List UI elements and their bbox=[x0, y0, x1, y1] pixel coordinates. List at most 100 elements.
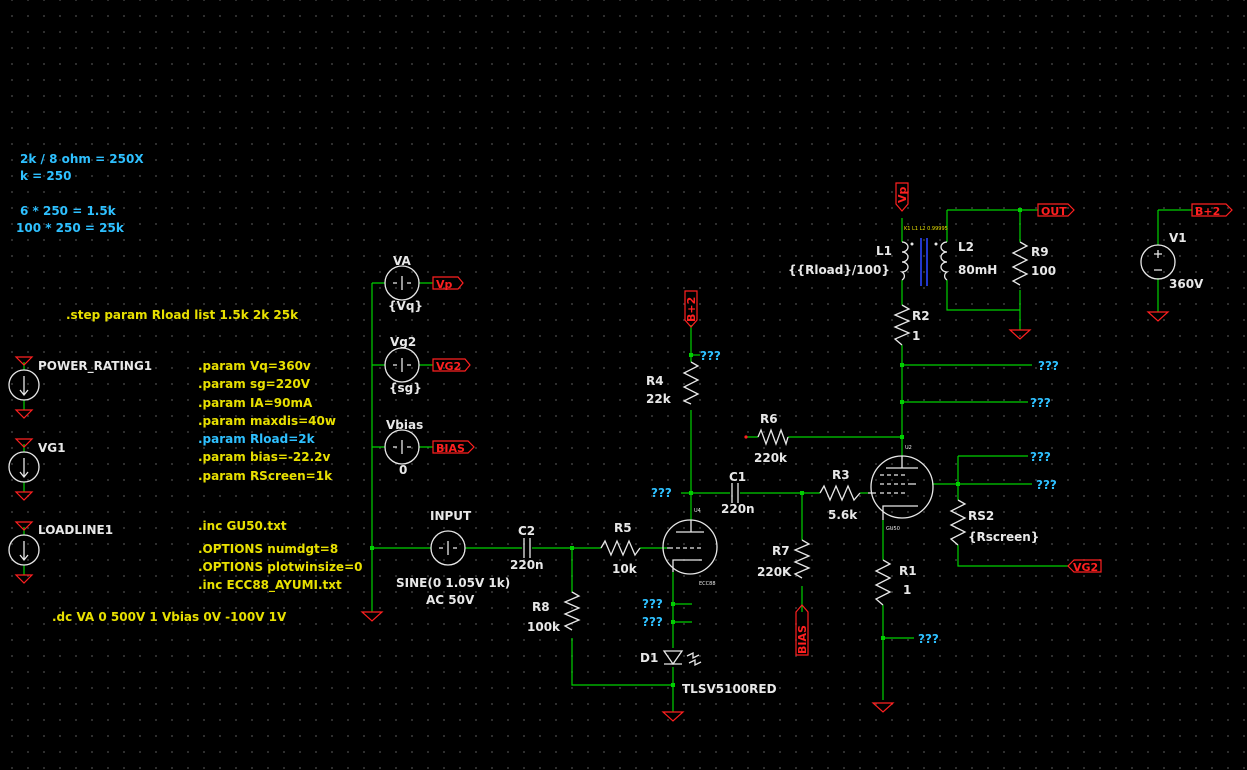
svg-text:B+2: B+2 bbox=[1195, 205, 1220, 218]
svg-text:k = 250: k = 250 bbox=[20, 169, 71, 183]
svg-text:360V: 360V bbox=[1169, 277, 1204, 291]
junctions bbox=[370, 208, 1022, 687]
svg-text:.dc VA 0 500V 1 Vbias 0V -100V: .dc VA 0 500V 1 Vbias 0V -100V 1V bbox=[52, 610, 287, 624]
svg-text:220K: 220K bbox=[757, 565, 792, 579]
svg-text:220k: 220k bbox=[754, 451, 788, 465]
svg-text:{Rscreen}: {Rscreen} bbox=[968, 530, 1039, 544]
svg-text:D1: D1 bbox=[640, 651, 658, 665]
svg-text:{sg}: {sg} bbox=[389, 381, 422, 395]
gu50-pentode[interactable] bbox=[868, 455, 934, 520]
svg-text:???: ??? bbox=[1036, 478, 1057, 492]
netlabel-vp-va[interactable]: Vp bbox=[432, 276, 464, 291]
netlabel-vp-top[interactable]: Vp bbox=[895, 182, 909, 212]
svg-text:220n: 220n bbox=[510, 558, 544, 572]
svg-text:RS2: RS2 bbox=[968, 509, 994, 523]
svg-text:LOADLINE1: LOADLINE1 bbox=[38, 523, 113, 537]
svg-text:BIAS: BIAS bbox=[796, 625, 809, 654]
svg-text:???: ??? bbox=[1030, 396, 1051, 410]
svg-text:U2: U2 bbox=[905, 445, 912, 451]
output-transformer[interactable] bbox=[899, 238, 950, 286]
svg-text:{Vq}: {Vq} bbox=[388, 299, 423, 313]
r5-resistor[interactable] bbox=[600, 539, 641, 557]
r1-resistor[interactable] bbox=[874, 559, 892, 606]
netlabel-bias-r7[interactable]: BIAS bbox=[795, 604, 809, 656]
svg-text:220n: 220n bbox=[721, 502, 755, 516]
svg-text:.OPTIONS numdgt=8: .OPTIONS numdgt=8 bbox=[198, 542, 338, 556]
svg-text:SINE(0 1.05V 1k): SINE(0 1.05V 1k) bbox=[396, 576, 510, 590]
vbias-source[interactable] bbox=[384, 429, 420, 465]
svg-text:C1: C1 bbox=[729, 470, 746, 484]
svg-text:???: ??? bbox=[1038, 359, 1059, 373]
svg-text:{{Rload}/100}: {{Rload}/100} bbox=[788, 263, 890, 277]
svg-text:BIAS: BIAS bbox=[436, 442, 465, 455]
svg-text:R3: R3 bbox=[832, 468, 850, 482]
svg-text:5.6k: 5.6k bbox=[828, 508, 858, 522]
r8-resistor[interactable] bbox=[563, 591, 581, 631]
svg-text:R9: R9 bbox=[1031, 245, 1049, 259]
svg-text:U4: U4 bbox=[694, 508, 701, 514]
svg-text:???: ??? bbox=[918, 632, 939, 646]
svg-text:2k / 8 ohm = 250X: 2k / 8 ohm = 250X bbox=[20, 152, 144, 166]
svg-text:R6: R6 bbox=[760, 412, 778, 426]
svg-text:???: ??? bbox=[642, 597, 663, 611]
svg-text:.param IA=90mA: .param IA=90mA bbox=[198, 396, 313, 410]
svg-text:100: 100 bbox=[1031, 264, 1056, 278]
svg-text:6 * 250 = 1.5k: 6 * 250 = 1.5k bbox=[20, 204, 117, 218]
netlabel-bplus-driver[interactable]: B+2 bbox=[684, 290, 698, 328]
d1-led[interactable] bbox=[662, 650, 702, 667]
svg-text:100k: 100k bbox=[527, 620, 561, 634]
va-source[interactable] bbox=[384, 265, 420, 301]
input-source[interactable] bbox=[430, 530, 466, 566]
v1-source[interactable] bbox=[1140, 244, 1176, 280]
svg-text:C2: C2 bbox=[518, 524, 535, 538]
spice-directives[interactable]: .step param Rload list 1.5k 2k 25k .para… bbox=[52, 308, 362, 624]
vg2-source[interactable] bbox=[384, 347, 420, 383]
netlabel-out[interactable]: OUT bbox=[1037, 203, 1075, 218]
svg-text:VG2: VG2 bbox=[1073, 561, 1098, 574]
svg-text:.param sg=220V: .param sg=220V bbox=[198, 377, 311, 391]
netlabel-vg2-src[interactable]: VG2 bbox=[432, 358, 471, 373]
comment-notes[interactable]: 2k / 8 ohm = 250X k = 250 6 * 250 = 1.5k… bbox=[16, 152, 144, 235]
svg-text:R1: R1 bbox=[899, 564, 917, 578]
svg-text:???: ??? bbox=[642, 615, 663, 629]
svg-text:VG1: VG1 bbox=[38, 441, 66, 455]
svg-text:R5: R5 bbox=[614, 521, 632, 535]
svg-text:.param Rload=2k: .param Rload=2k bbox=[198, 432, 316, 446]
r9-resistor[interactable] bbox=[1011, 241, 1029, 286]
r2-resistor[interactable] bbox=[893, 304, 911, 346]
svg-text:R4: R4 bbox=[646, 374, 664, 388]
r7-resistor[interactable] bbox=[793, 539, 811, 579]
svg-text:AC 50V: AC 50V bbox=[426, 593, 475, 607]
netlabel-bplus-v1[interactable]: B+2 bbox=[1191, 203, 1233, 218]
svg-text:VA: VA bbox=[393, 254, 411, 268]
svg-text:.param RScreen=1k: .param RScreen=1k bbox=[198, 469, 333, 483]
svg-text:V1: V1 bbox=[1169, 231, 1187, 245]
ecc88-triode[interactable] bbox=[662, 519, 718, 575]
svg-text:???: ??? bbox=[1030, 450, 1051, 464]
svg-text:L1: L1 bbox=[876, 244, 892, 258]
svg-text:K1 L1 L2 0.99995: K1 L1 L2 0.99995 bbox=[904, 226, 948, 232]
svg-text:Vp: Vp bbox=[436, 278, 453, 291]
netlabel-bias-src[interactable]: BIAS bbox=[432, 440, 475, 455]
svg-text:VG2: VG2 bbox=[436, 360, 461, 373]
svg-text:.step param Rload list 1.5k 2k: .step param Rload list 1.5k 2k 25k bbox=[66, 308, 299, 322]
rs2-resistor[interactable] bbox=[949, 499, 967, 546]
svg-text:1: 1 bbox=[912, 329, 920, 343]
r3-resistor[interactable] bbox=[819, 484, 861, 502]
r4-resistor[interactable] bbox=[682, 361, 700, 405]
svg-text:.inc ECC88_AYUMI.txt: .inc ECC88_AYUMI.txt bbox=[198, 578, 342, 593]
svg-text:.param maxdis=40w: .param maxdis=40w bbox=[198, 414, 336, 428]
svg-text:.OPTIONS plotwinsize=0: .OPTIONS plotwinsize=0 bbox=[198, 560, 362, 574]
svg-text:80mH: 80mH bbox=[958, 263, 997, 277]
ground-symbols bbox=[360, 311, 1170, 722]
c2-capacitor[interactable] bbox=[523, 538, 531, 558]
svg-text:Vbias: Vbias bbox=[386, 418, 423, 432]
svg-text:.inc GU50.txt: .inc GU50.txt bbox=[198, 519, 287, 533]
svg-text:???: ??? bbox=[700, 349, 721, 363]
svg-text:R8: R8 bbox=[532, 600, 550, 614]
svg-text:L2: L2 bbox=[958, 240, 974, 254]
svg-text:INPUT: INPUT bbox=[430, 509, 472, 523]
schematic[interactable]: Vp Vp VG2 BIAS B+2 BIAS OUT B+2 VG2 ??? … bbox=[0, 0, 1247, 770]
netlabel-vg2-screen[interactable]: VG2 bbox=[1067, 559, 1102, 574]
c1-capacitor[interactable] bbox=[731, 483, 739, 503]
